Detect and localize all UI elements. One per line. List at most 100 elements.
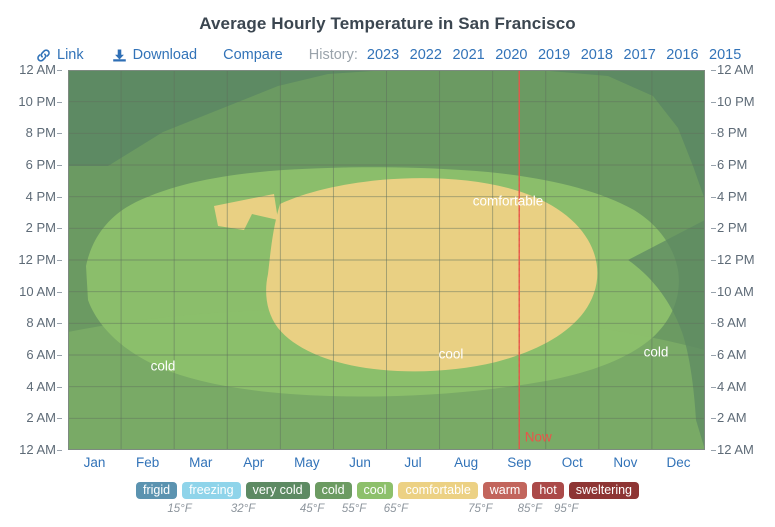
legend-swatch-sweltering[interactable]: sweltering [568, 482, 640, 499]
y-axis-tickmark-left-9 [57, 355, 62, 356]
legend-swatch-freezing[interactable]: freezing [182, 482, 241, 499]
legend-tick-3: 55°F [341, 503, 367, 515]
legend-swatch-frigid[interactable]: frigid [135, 482, 178, 499]
legend-swatch-warm[interactable]: warm [482, 482, 528, 499]
y-axis-tickmark-right-10 [711, 386, 716, 388]
y-axis-tickmark-right-1 [711, 101, 716, 103]
y-axis-tickmark-right-4 [711, 196, 716, 198]
y-axis-tick-left-8: 8 AM [26, 315, 56, 331]
y-axis-left: 12 AM 10 PM 8 PM 6 PM 4 PM 2 PM 12 PM 10 AM 8 AM… [0, 63, 62, 457]
history-year-2022[interactable]: 2022 [410, 47, 442, 63]
region-label-cool: cool [439, 347, 464, 362]
history-year-2020[interactable]: 2020 [495, 47, 527, 63]
y-axis-tick-right-11: 2 AM [717, 410, 747, 426]
y-axis-tick-left-3: 6 PM [25, 157, 56, 172]
legend-swatch-very-cold[interactable]: very cold [245, 482, 310, 499]
history-year-2023[interactable]: 2023 [367, 47, 399, 63]
y-axis-tickmark-left-10 [57, 386, 62, 388]
chart-plot-area[interactable]: cold cool cold comfortable Now [68, 70, 705, 450]
y-axis-tick-left-1: 10 PM [18, 93, 56, 109]
legend-tick-2: 45°F [299, 503, 325, 515]
y-axis-tickmark-left-7 [57, 291, 62, 293]
legend-tick-4: 65°F [383, 503, 409, 515]
download-button[interactable]: Download [112, 47, 198, 63]
y-axis-tickmark-right-5 [711, 228, 716, 230]
link-icon [36, 48, 51, 63]
history-label: History: [308, 47, 358, 63]
region-label-comfortable: comfortable [473, 194, 544, 209]
y-axis-tickmark-left-2 [57, 133, 62, 135]
history-year-2015[interactable]: 2015 [709, 47, 741, 63]
link-button[interactable]: Link [36, 47, 84, 63]
x-axis-tick-dec: Dec [666, 455, 691, 470]
chart-legend: frigid freezing very cold cold cool comfortab… [0, 482, 775, 527]
y-axis-tick-left-9: 6 AM [26, 347, 56, 362]
legend-tick-7: 95°F [554, 503, 579, 515]
y-axis-tickmark-right-3 [711, 165, 716, 166]
y-axis-tick-right-4: 4 PM [717, 188, 748, 204]
legend-tick-5: 75°F [468, 503, 493, 515]
y-axis-tickmark-right-8 [711, 323, 716, 325]
x-axis-tick-feb: Feb [135, 455, 160, 470]
legend-tick-1: 32°F [230, 503, 256, 515]
legend-swatch-hot[interactable]: hot [532, 482, 564, 499]
y-axis-tick-left-6: 12 PM [18, 252, 56, 267]
history-year-2016[interactable]: 2016 [666, 47, 698, 63]
legend-tick-0: 15°F [167, 503, 192, 515]
page-title: Average Hourly Temperature in San Franci… [199, 14, 576, 33]
y-axis-tick-left-2: 8 PM [25, 125, 56, 141]
legend-swatch-comfortable[interactable]: comfortable [398, 482, 478, 499]
legend-swatch-row: frigid freezing very cold cold cool comfortab… [0, 482, 775, 499]
y-axis-tick-right-6: 12 PM [717, 252, 755, 267]
y-axis-tickmark-left-11 [57, 418, 62, 420]
x-axis-tick-may: May [294, 455, 320, 470]
y-axis-tickmark-left-3 [57, 165, 62, 166]
legend-swatch-cool[interactable]: cool [356, 482, 394, 499]
legend-swatch-cold[interactable]: cold [314, 482, 352, 499]
y-axis-tickmark-left-6 [57, 260, 62, 261]
y-axis-tick-right-5: 2 PM [717, 220, 748, 236]
x-axis: Jan Feb Mar Apr May Jun Jul Aug Sep Oct Nov Dec [68, 452, 705, 474]
y-axis-tickmark-right-0 [711, 70, 716, 71]
x-axis-tick-nov: Nov [613, 455, 638, 470]
legend-tick-6: 85°F [517, 503, 543, 515]
y-axis-tick-left-12: 12 AM [19, 442, 56, 457]
y-axis-tick-left-5: 2 PM [25, 220, 56, 236]
x-axis-tick-oct: Oct [561, 455, 583, 470]
history-year-2018[interactable]: 2018 [581, 47, 613, 63]
y-axis-tickmark-right-2 [711, 133, 716, 135]
link-label: Link [57, 47, 84, 63]
y-axis-tick-right-3: 6 PM [717, 157, 748, 172]
y-axis-tick-left-11: 2 AM [26, 410, 56, 426]
y-axis-tickmark-left-5 [57, 228, 62, 230]
y-axis-tick-right-10: 4 AM [717, 378, 747, 394]
now-marker-label: Now [525, 430, 552, 445]
compare-label: Compare [223, 47, 283, 63]
y-axis-tickmark-left-8 [57, 323, 62, 325]
history-year-list: 2023 2022 2021 2020 2019 2018 2017 2016 … [367, 47, 741, 63]
chart-toolbar: Link Download Compare History: 2023 2022… [36, 44, 742, 66]
y-axis-tickmark-left-1 [57, 101, 62, 103]
y-axis-tickmark-left-4 [57, 196, 62, 198]
x-axis-tick-jul: Jul [404, 455, 422, 470]
y-axis-tickmark-right-9 [711, 355, 716, 356]
y-axis-tick-right-8: 8 AM [717, 315, 747, 331]
y-axis-tick-right-2: 8 PM [717, 125, 748, 141]
compare-button[interactable]: Compare [223, 47, 283, 63]
y-axis-tickmark-left-0 [57, 70, 62, 71]
x-axis-tick-mar: Mar [189, 455, 213, 470]
history-year-2019[interactable]: 2019 [538, 47, 570, 63]
download-label: Download [132, 47, 198, 63]
x-axis-tick-sep: Sep [507, 455, 532, 470]
x-axis-tick-jun: Jun [349, 455, 371, 470]
y-axis-tickmark-right-11 [711, 418, 716, 420]
y-axis-tick-right-9: 6 AM [717, 347, 747, 362]
x-axis-tick-apr: Apr [243, 455, 265, 470]
history-year-2021[interactable]: 2021 [452, 47, 484, 63]
y-axis-tickmark-right-6 [711, 260, 716, 261]
y-axis-tickmark-right-12 [711, 450, 716, 451]
region-label-cold-left: cold [151, 359, 176, 374]
history-year-2017[interactable]: 2017 [624, 47, 656, 63]
y-axis-tick-left-0: 12 AM [19, 62, 56, 77]
y-axis-tick-right-7: 10 AM [717, 283, 754, 299]
